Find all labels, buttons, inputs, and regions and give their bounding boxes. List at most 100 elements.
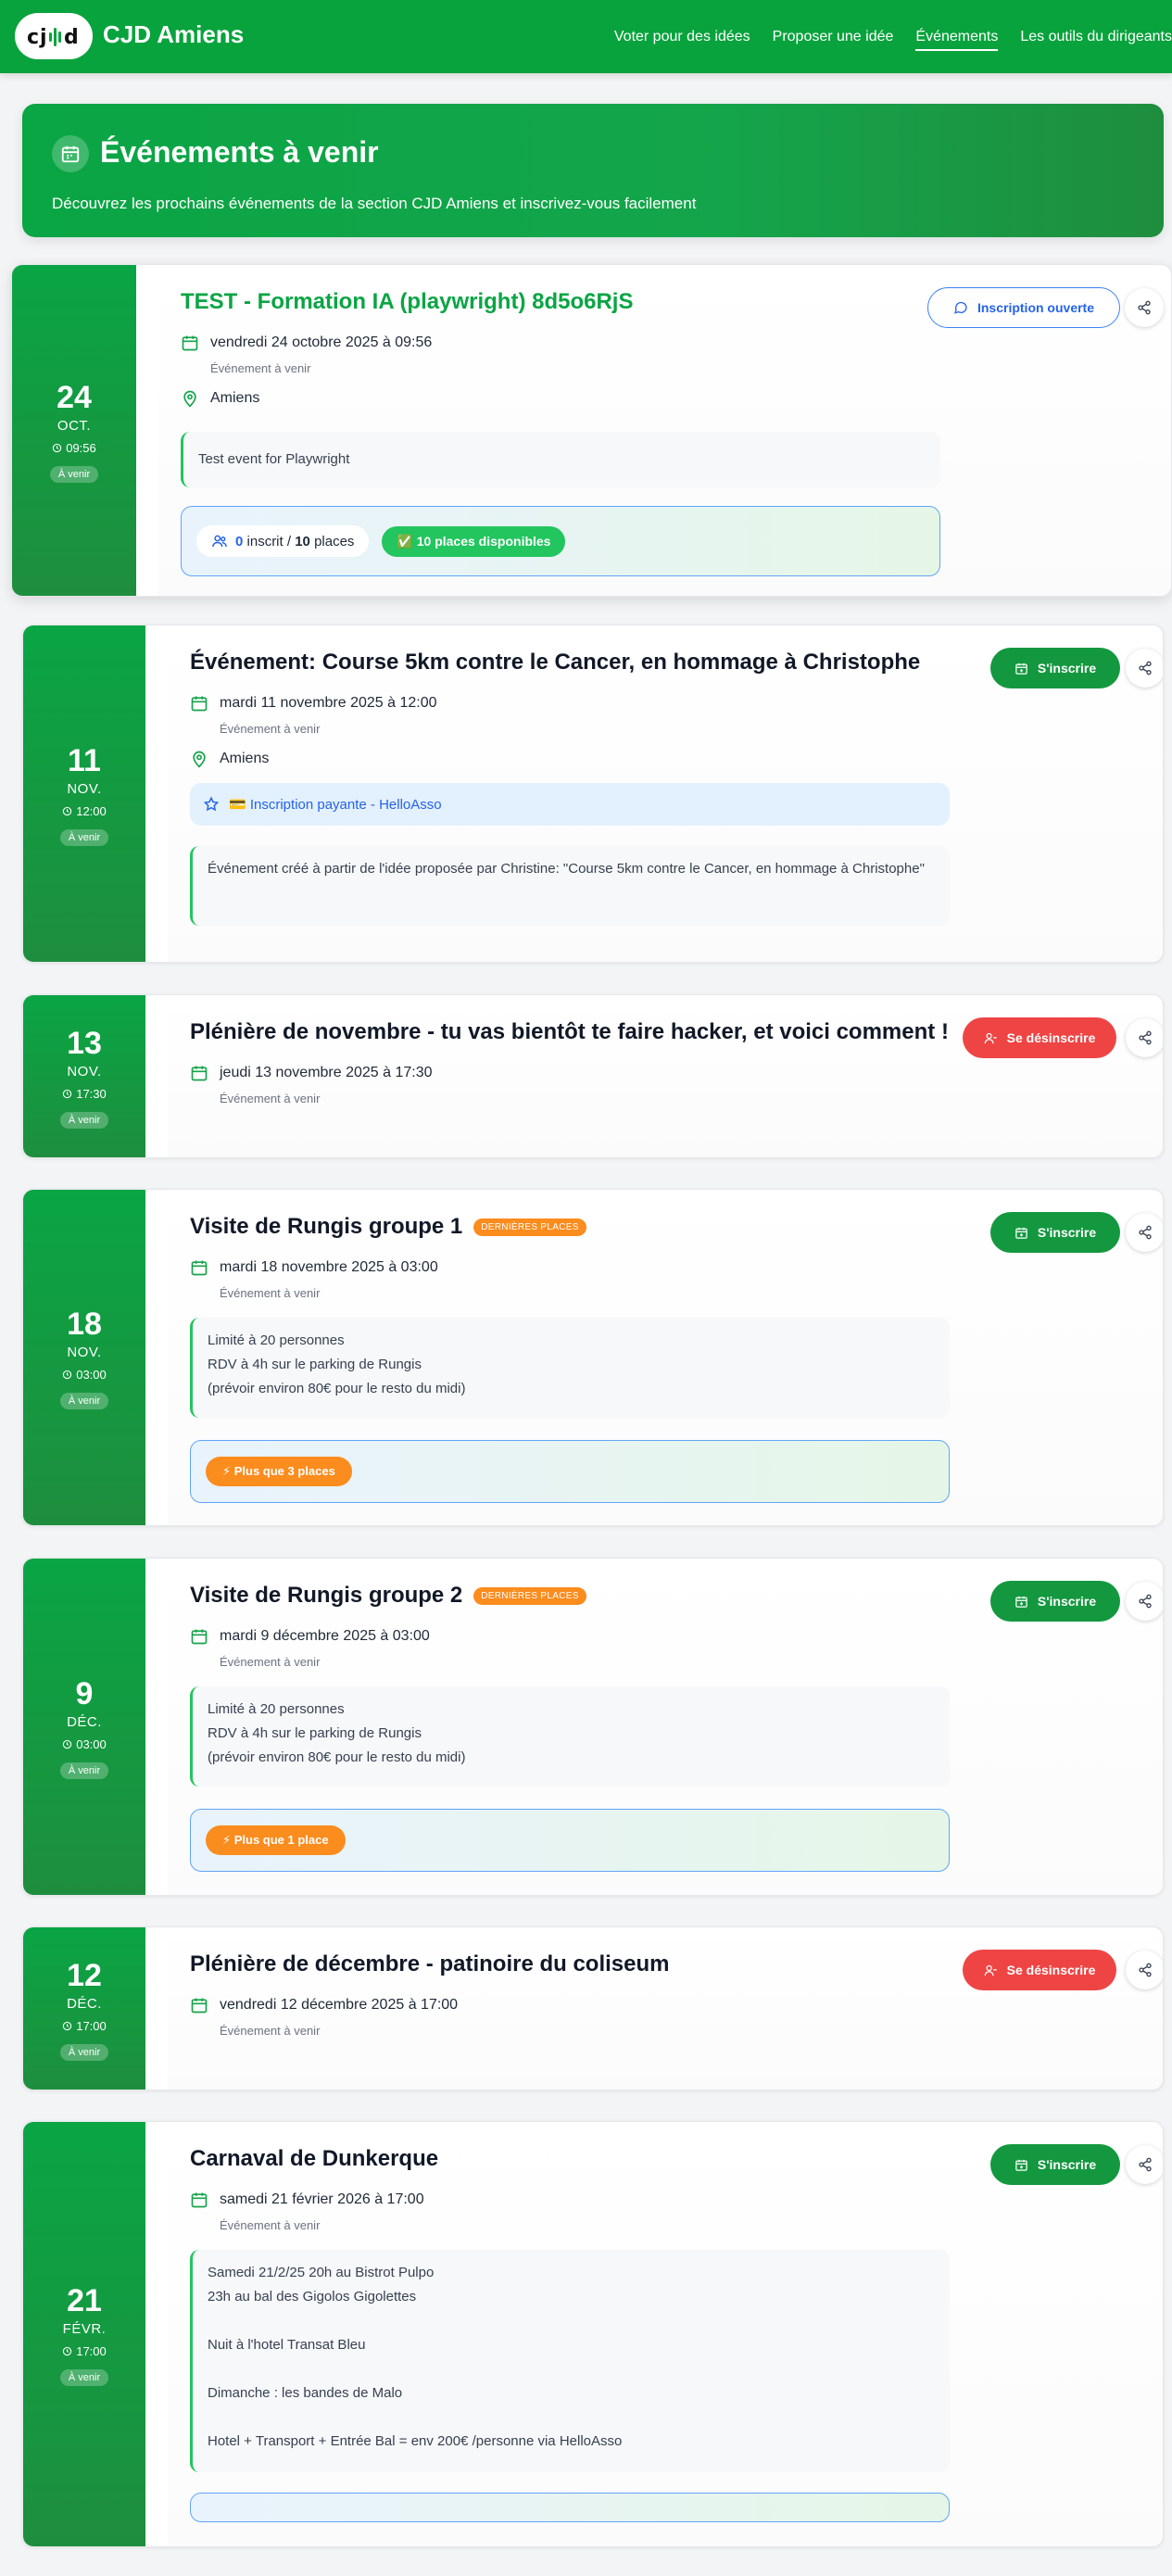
unregister-button[interactable]: Se désinscrire — [963, 1017, 1116, 1058]
page-subtitle: Découvrez les prochains événements de la… — [52, 195, 697, 212]
event-day: 24 — [57, 379, 92, 415]
available-places-badge: ✅ 10 places disponibles — [382, 525, 566, 557]
share-button[interactable] — [1126, 1213, 1163, 1252]
event-title[interactable]: Carnaval de Dunkerque — [190, 2146, 438, 2172]
event-time: 09:56 — [52, 441, 96, 455]
status-badge: À venir — [59, 2043, 109, 2061]
event-title-text: Plénière de décembre - patinoire du coli… — [190, 1951, 670, 1976]
event-description: Événement créé à partir de l'idée propos… — [190, 846, 950, 926]
event-date-row: mardi 18 novembre 2025 à 03:00 — [190, 1258, 438, 1277]
remaining-places-badge: ⚡ Plus que 1 place — [206, 1825, 346, 1855]
event-title[interactable]: Plénière de décembre - patinoire du coli… — [190, 1951, 670, 1977]
calendar-icon — [190, 1258, 208, 1277]
svg-text:c: c — [27, 26, 38, 49]
unregister-button[interactable]: Se désinscrire — [963, 1950, 1116, 1990]
event-time-text: 03:00 — [76, 1368, 107, 1382]
register-button[interactable]: S'inscrire — [990, 1581, 1120, 1622]
remaining-places-badge: ⚡ Plus que 3 places — [206, 1457, 352, 1486]
event-content: Événement: Course 5km contre le Cancer, … — [168, 625, 1163, 962]
share-button[interactable] — [1125, 288, 1164, 327]
map-pin-icon — [190, 750, 208, 768]
event-date-panel: 21 FÉVR. 17:00 À venir — [23, 2122, 145, 2546]
event-title-text: Plénière de novembre - tu vas bientôt te… — [190, 1019, 949, 1044]
event-status: Événement à venir — [220, 1655, 321, 1669]
main-nav: Voter pour des idées Proposer une idée É… — [592, 0, 1172, 73]
event-day: 11 — [68, 742, 101, 778]
status-badge: À venir — [59, 1762, 109, 1779]
register-button[interactable]: S'inscrire — [990, 648, 1120, 688]
event-day: 21 — [67, 2283, 102, 2318]
event-time-text: 03:00 — [76, 1736, 107, 1751]
star-icon — [203, 796, 220, 813]
clock-icon — [52, 443, 62, 453]
share-button[interactable] — [1126, 1951, 1163, 1989]
calendar-plus-icon — [1014, 1595, 1028, 1609]
payment-label: 💳 Inscription payante - HelloAsso — [229, 797, 442, 813]
event-title-text: Carnaval de Dunkerque — [190, 2146, 439, 2171]
event-card: 21 FÉVR. 17:00 À venir Carnaval de Dunke… — [22, 2121, 1164, 2547]
event-title[interactable]: Visite de Rungis groupe 2 DERNIÈRES PLACE… — [190, 1583, 586, 1609]
event-date-row: vendredi 12 décembre 2025 à 17:00 — [190, 1996, 458, 2014]
calendar-icon — [190, 694, 208, 713]
status-badge: À venir — [59, 1393, 109, 1409]
clock-icon — [62, 1370, 72, 1380]
page-title: Événements à venir — [100, 135, 379, 169]
nav-propose-idea[interactable]: Proposer une idée — [773, 29, 894, 45]
event-time: 03:00 — [62, 1368, 107, 1382]
places-label: places — [314, 533, 355, 549]
user-minus-icon — [984, 1031, 998, 1045]
event-month: NOV. — [67, 1345, 102, 1360]
event-time-text: 17:30 — [76, 1086, 107, 1101]
event-time-text: 09:56 — [66, 440, 96, 455]
register-label: S'inscrire — [1037, 1225, 1097, 1240]
register-label: S'inscrire — [1037, 1594, 1097, 1609]
event-content: Carnaval de Dunkerque samedi 21 février … — [168, 2122, 1163, 2546]
share-button[interactable] — [1126, 2145, 1163, 2184]
users-icon — [211, 533, 228, 549]
register-button[interactable]: S'inscrire — [990, 2144, 1120, 2185]
top-navbar: c j d CJD Amiens Voter pour des idées Pr… — [0, 0, 1172, 73]
logo-mark: c j d — [25, 21, 82, 51]
capacity-box — [190, 2493, 950, 2522]
event-month: NOV. — [67, 780, 102, 797]
calendar-icon — [181, 334, 199, 352]
capacity-box: 0 inscrit / 10 places ✅ 10 places dispon… — [181, 506, 940, 576]
calendar-plus-icon — [1014, 662, 1028, 676]
calendar-plus-icon — [1014, 2158, 1028, 2172]
nav-vote-ideas[interactable]: Voter pour des idées — [614, 29, 750, 45]
event-description: Test event for Playwright — [181, 432, 940, 487]
nav-events[interactable]: Événements — [915, 29, 998, 51]
brand-name[interactable]: CJD Amiens — [103, 20, 244, 49]
event-date: vendredi 12 décembre 2025 à 17:00 — [220, 1997, 459, 2013]
register-button[interactable]: S'inscrire — [990, 1212, 1120, 1253]
event-status: Événement à venir — [220, 1286, 321, 1300]
event-title[interactable]: Événement: Course 5km contre le Cancer, … — [190, 650, 920, 676]
event-content: TEST - Formation IA (playwright) 8d5o6Rj… — [158, 265, 1171, 596]
event-day: 9 — [75, 1675, 94, 1711]
event-card: 13 NOV. 17:30 À venir Plénière de novemb… — [22, 994, 1164, 1158]
event-status: Événement à venir — [210, 361, 311, 375]
share-button[interactable] — [1126, 1582, 1163, 1621]
status-badge: À venir — [59, 828, 109, 846]
event-title[interactable]: Visite de Rungis groupe 1 DERNIÈRES PLACE… — [190, 1214, 586, 1240]
cjd-logo-icon: c j d — [27, 26, 79, 49]
event-title[interactable]: TEST - Formation IA (playwright) 8d5o6Rj… — [181, 289, 633, 315]
share-button[interactable] — [1126, 1018, 1163, 1057]
event-title[interactable]: Plénière de novembre - tu vas bientôt te… — [190, 1019, 949, 1045]
calendar-icon — [190, 1996, 208, 2014]
share-icon — [1137, 300, 1152, 315]
event-time: 17:00 — [62, 2344, 107, 2358]
event-description: Samedi 21/2/25 20h au Bistrot Pulpo 23h … — [190, 2250, 950, 2472]
logo[interactable]: c j d — [15, 13, 93, 59]
event-content: Plénière de décembre - patinoire du coli… — [168, 1927, 1163, 2090]
payment-info: 💳 Inscription payante - HelloAsso — [190, 783, 950, 826]
share-button[interactable] — [1126, 649, 1163, 688]
status-badge: À venir — [59, 2369, 109, 2386]
event-title-text: Visite de Rungis groupe 2 — [190, 1583, 463, 1608]
registration-open-button[interactable]: Inscription ouverte — [927, 287, 1120, 328]
nav-tools[interactable]: Les outils du dirigeants — [1020, 29, 1172, 45]
event-content: Visite de Rungis groupe 2 DERNIÈRES PLACE… — [168, 1559, 1163, 1895]
event-date-panel: 24 OCT. 09:56 À venir — [12, 265, 136, 596]
event-day: 13 — [67, 1025, 102, 1061]
places-count: 10 — [295, 533, 310, 549]
